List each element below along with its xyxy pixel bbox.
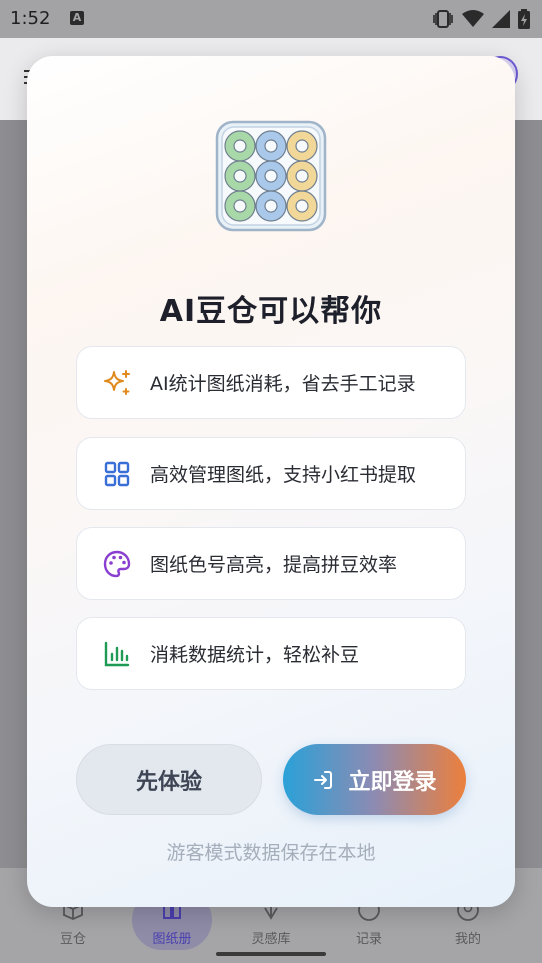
home-indicator[interactable] — [216, 952, 326, 956]
nav-label: 灵感库 — [251, 932, 291, 947]
login-now-button[interactable]: 立即登录 — [283, 744, 466, 815]
battery-icon — [518, 9, 530, 29]
grid-icon — [104, 461, 130, 486]
bead-tray-logo — [215, 120, 327, 232]
login-now-label: 立即登录 — [348, 769, 437, 795]
feature-text: 消耗数据统计，轻松补豆 — [150, 644, 360, 666]
login-prompt-dialog: AI豆仓可以帮你 AI统计图纸消耗，省去手工记录 高效管理图纸，支持小红书提取 … — [27, 56, 515, 907]
notification-icon: A — [70, 11, 84, 25]
nav-label: 豆仓 — [59, 932, 86, 947]
nav-label: 记录 — [355, 932, 382, 947]
wifi-icon — [462, 10, 484, 27]
feature-manage-drawings: 高效管理图纸，支持小红书提取 — [76, 437, 466, 510]
signal-icon — [492, 10, 510, 28]
try-first-button[interactable]: 先体验 — [76, 744, 262, 815]
dialog-title: AI豆仓可以帮你 — [159, 294, 383, 329]
feature-text: AI统计图纸消耗，省去手工记录 — [150, 373, 416, 395]
nav-label: 图纸册 — [152, 932, 192, 947]
palette-icon — [103, 550, 131, 577]
status-time: 1:52 — [10, 8, 51, 29]
sparkles-icon — [104, 369, 130, 395]
vibrate-icon — [433, 10, 453, 28]
feature-color-highlight: 图纸色号高亮，提高拼豆效率 — [76, 527, 466, 600]
feature-text: 高效管理图纸，支持小红书提取 — [150, 464, 417, 486]
feature-text: 图纸色号高亮，提高拼豆效率 — [150, 554, 398, 576]
login-icon — [314, 770, 333, 789]
status-bar: 1:52 A — [0, 0, 542, 38]
guest-mode-note: 游客模式数据保存在本地 — [166, 842, 376, 864]
feature-consumption-stats: 消耗数据统计，轻松补豆 — [76, 617, 466, 690]
feature-ai-stats: AI统计图纸消耗，省去手工记录 — [76, 346, 466, 419]
nav-label: 我的 — [454, 932, 481, 947]
status-icons — [432, 9, 530, 29]
bar-chart-icon — [104, 641, 130, 666]
try-first-label: 先体验 — [135, 769, 202, 795]
